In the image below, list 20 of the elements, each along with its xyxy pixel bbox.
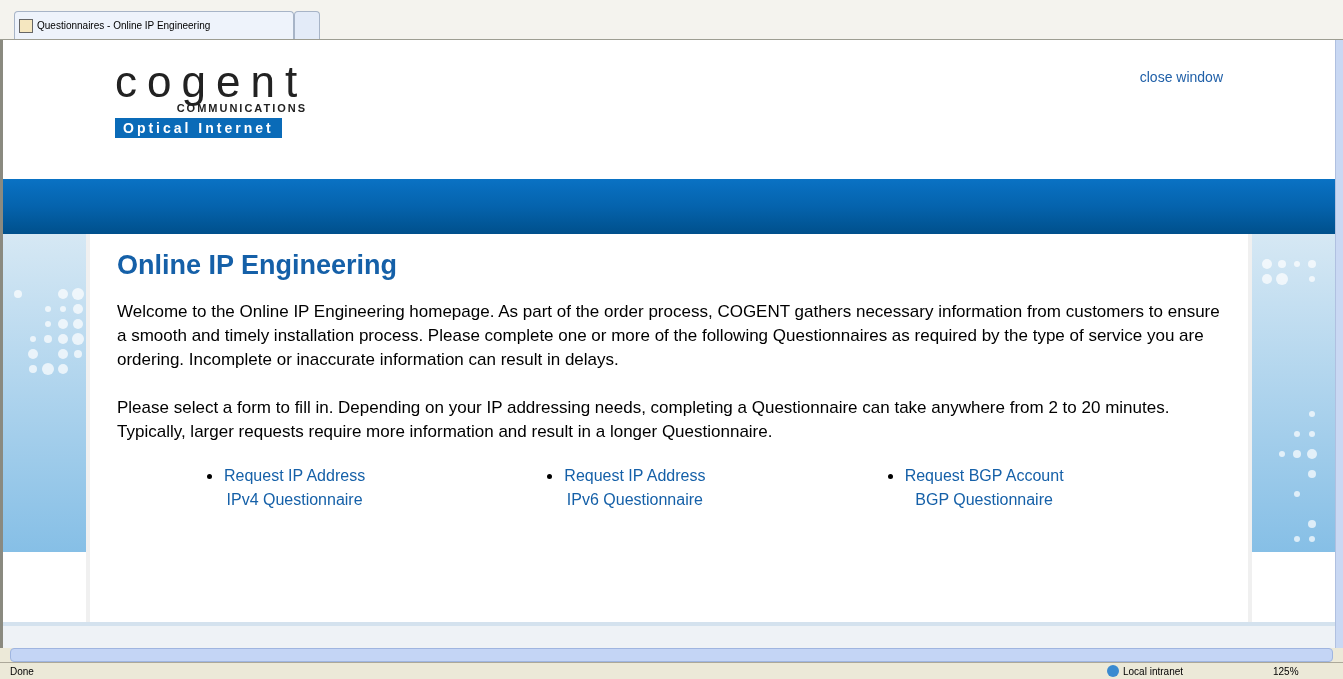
bullet-icon	[207, 474, 212, 479]
questionnaire-link[interactable]: Request BGP Account BGP Questionnaire	[904, 464, 1064, 512]
browser-tab[interactable]	[294, 11, 320, 39]
questionnaire-link[interactable]: Request IP Address IPv6 Questionnaire	[564, 464, 706, 512]
intro-paragraph: Please select a form to fill in. Depending on your IP addressing needs, completing a Questionnaire can take anywhere from 2 to 20 minutes. Typically, larger requests require more information and result in a longer Questionnaire.	[117, 397, 1171, 443]
bullet-icon	[547, 474, 553, 479]
zone-text: Local intranet	[1123, 664, 1185, 679]
bullet-icon	[887, 474, 893, 479]
status-text: Done	[10, 664, 35, 679]
globe-icon	[1107, 665, 1119, 677]
intro-paragraph: Welcome to the Online IP Engineering homepage. As part of the order process, COGENT gathers necessary information from customers to ensure a smooth and timely installation process. Please complete one or more of the following Questionnaires as required by the type of service you are ordering. Incomplete or inaccurate information can result in delays.	[117, 301, 1221, 371]
close-window-link[interactable]: close window	[1139, 62, 1223, 179]
questionnaire-link[interactable]: Request IP Address IPv4 Questionnaire	[224, 464, 366, 512]
browser-tab[interactable]: Questionnaires - Online IP Engineering	[14, 11, 294, 39]
page-heading: Online IP Engineering	[117, 249, 399, 282]
vertical-scrollbar[interactable]	[1335, 40, 1343, 648]
zoom-level[interactable]: 125%	[1273, 663, 1333, 679]
horizontal-scrollbar[interactable]	[10, 648, 1333, 662]
cogent-logo: cogent COMMUNICATIONS Optical Internet	[115, 62, 308, 140]
page-icon	[19, 18, 33, 33]
